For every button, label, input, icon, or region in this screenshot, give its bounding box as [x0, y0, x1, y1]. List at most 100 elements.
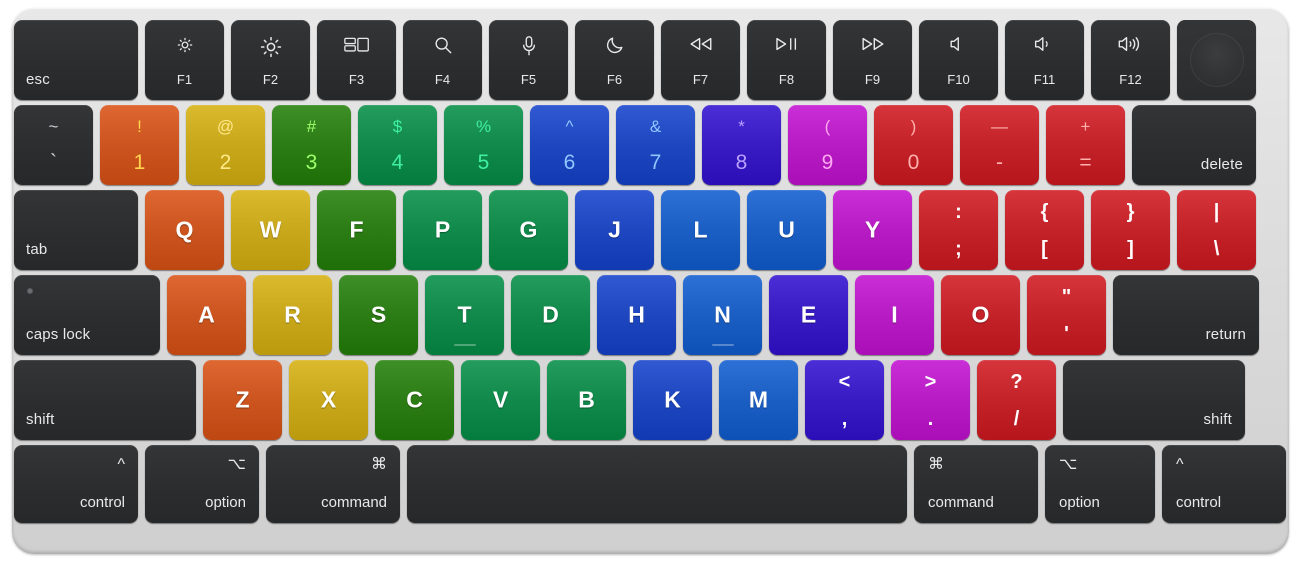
- key-esc[interactable]: esc: [14, 20, 138, 100]
- key-f4[interactable]: F4: [403, 20, 482, 100]
- key-space[interactable]: [407, 445, 907, 523]
- key-key-k[interactable]: K: [633, 360, 712, 440]
- key-digit-8[interactable]: * 8: [702, 105, 781, 185]
- key-control-right[interactable]: ^ control: [1162, 445, 1286, 523]
- key-key-q[interactable]: Q: [145, 190, 224, 270]
- key-equals[interactable]: + =: [1046, 105, 1125, 185]
- key-deck: esc F1 F2 F3 F4 F5 F6 F7 F8 F9 F10 F11 F12 ~ `! 1 @2 #3 $…: [14, 20, 1287, 544]
- key-key-w[interactable]: W: [231, 190, 310, 270]
- key-digit-5[interactable]: % 5: [444, 105, 523, 185]
- key-key-n[interactable]: N: [683, 275, 762, 355]
- key-delete[interactable]: delete: [1132, 105, 1256, 185]
- key-comma[interactable]: <,: [805, 360, 884, 440]
- key-slash[interactable]: ? /: [977, 360, 1056, 440]
- key-digit-0[interactable]: ) 0: [874, 105, 953, 185]
- key-key-o[interactable]: O: [941, 275, 1020, 355]
- key-key-c[interactable]: C: [375, 360, 454, 440]
- key-f8[interactable]: F8: [747, 20, 826, 100]
- brightness-down-icon: [145, 35, 224, 55]
- key-backslash[interactable]: | \: [1177, 190, 1256, 270]
- key-f2[interactable]: F2: [231, 20, 310, 100]
- key-digit-1[interactable]: ! 1: [100, 105, 179, 185]
- key-key-z[interactable]: Z: [203, 360, 282, 440]
- key-glyph-upper-digit-6: ^: [565, 117, 574, 136]
- key-key-s[interactable]: S: [339, 275, 418, 355]
- key-glyph-key-i: I: [891, 301, 898, 328]
- key-f9[interactable]: F9: [833, 20, 912, 100]
- key-backtick[interactable]: ~ `: [14, 105, 93, 185]
- key-label-option-right: option: [1059, 494, 1100, 511]
- key-control-left[interactable]: ^ control: [14, 445, 138, 523]
- key-key-d[interactable]: D: [511, 275, 590, 355]
- key-period[interactable]: >.: [891, 360, 970, 440]
- key-f5[interactable]: F5: [489, 20, 568, 100]
- key-f6[interactable]: F6: [575, 20, 654, 100]
- fn-label-f4: F4: [434, 72, 451, 87]
- key-option-right[interactable]: ⌥ option: [1045, 445, 1155, 523]
- key-command-left[interactable]: ⌘ command: [266, 445, 400, 523]
- touch-id-button[interactable]: [1177, 20, 1256, 100]
- key-key-j[interactable]: J: [575, 190, 654, 270]
- key-f11[interactable]: F11: [1005, 20, 1084, 100]
- do-not-disturb-icon: [575, 35, 654, 55]
- key-bracket-right[interactable]: }]: [1091, 190, 1170, 270]
- key-glyph-upper-slash: ?: [1010, 371, 1023, 393]
- modifier-symbol-command-left: ⌘: [371, 456, 387, 473]
- key-f3[interactable]: F3: [317, 20, 396, 100]
- key-glyph-lower-bracket-right: ]: [1127, 238, 1134, 260]
- key-key-e[interactable]: E: [769, 275, 848, 355]
- key-semicolon[interactable]: :;: [919, 190, 998, 270]
- key-label-tab: tab: [26, 241, 48, 258]
- key-key-p[interactable]: P: [403, 190, 482, 270]
- key-digit-4[interactable]: $4: [358, 105, 437, 185]
- key-key-u[interactable]: U: [747, 190, 826, 270]
- key-return[interactable]: return: [1113, 275, 1259, 355]
- key-key-a[interactable]: A: [167, 275, 246, 355]
- key-tab[interactable]: tab: [14, 190, 138, 270]
- fast-forward-icon: [833, 35, 912, 53]
- key-command-right[interactable]: ⌘ command: [914, 445, 1038, 523]
- key-quote[interactable]: " ': [1027, 275, 1106, 355]
- key-glyph-upper-comma: <: [838, 371, 851, 393]
- key-digit-7[interactable]: & 7: [616, 105, 695, 185]
- key-f1[interactable]: F1: [145, 20, 224, 100]
- key-shift-right[interactable]: shift: [1063, 360, 1245, 440]
- key-digit-6[interactable]: ^ 6: [530, 105, 609, 185]
- key-f10[interactable]: F10: [919, 20, 998, 100]
- key-glyph-upper-digit-0: ): [910, 117, 917, 136]
- key-glyph-lower-digit-8: 8: [735, 151, 748, 174]
- key-f7[interactable]: F7: [661, 20, 740, 100]
- key-digit-2[interactable]: @2: [186, 105, 265, 185]
- volume-up-icon: [1091, 35, 1170, 53]
- key-shift-left[interactable]: shift: [14, 360, 196, 440]
- key-key-m[interactable]: M: [719, 360, 798, 440]
- key-caps-lock[interactable]: caps lock: [14, 275, 160, 355]
- key-f12[interactable]: F12: [1091, 20, 1170, 100]
- keyboard: esc F1 F2 F3 F4 F5 F6 F7 F8 F9 F10 F11 F12 ~ `! 1 @2 #3 $…: [0, 0, 1301, 562]
- key-option-left[interactable]: ⌥ option: [145, 445, 259, 523]
- key-key-x[interactable]: X: [289, 360, 368, 440]
- key-key-b[interactable]: B: [547, 360, 626, 440]
- key-label-option-left: option: [205, 494, 246, 511]
- key-digit-9[interactable]: (9: [788, 105, 867, 185]
- fn-label-f8: F8: [778, 72, 795, 87]
- modifier-symbol-option-right: ⌥: [1059, 456, 1078, 473]
- key-key-h[interactable]: H: [597, 275, 676, 355]
- key-key-i[interactable]: I: [855, 275, 934, 355]
- key-minus[interactable]: — -: [960, 105, 1039, 185]
- key-glyph-key-q: Q: [175, 216, 194, 243]
- key-key-r[interactable]: R: [253, 275, 332, 355]
- key-glyph-upper-digit-3: #: [306, 117, 317, 136]
- key-bracket-left[interactable]: {[: [1005, 190, 1084, 270]
- homing-bar: [453, 344, 476, 346]
- key-key-f[interactable]: F: [317, 190, 396, 270]
- key-key-t[interactable]: T: [425, 275, 504, 355]
- key-key-l[interactable]: L: [661, 190, 740, 270]
- key-key-v[interactable]: V: [461, 360, 540, 440]
- fn-label-f5: F5: [520, 72, 537, 87]
- key-key-y[interactable]: Y: [833, 190, 912, 270]
- dictation-mic-icon: [489, 35, 568, 57]
- key-digit-3[interactable]: #3: [272, 105, 351, 185]
- key-glyph-upper-digit-7: &: [649, 117, 662, 136]
- key-key-g[interactable]: G: [489, 190, 568, 270]
